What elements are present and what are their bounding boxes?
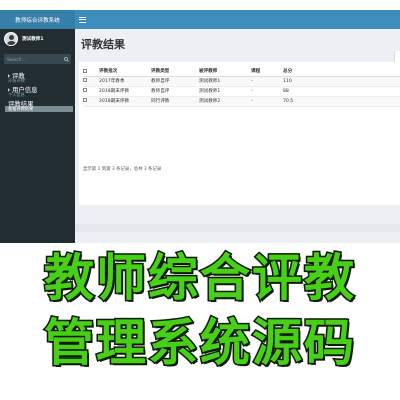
results-table: 评教批次 评教类型 被评教师 课程 总分 2017年春季 教师自评 测试教师1 …: [83, 67, 400, 107]
user-name: 测试教师1: [22, 37, 44, 42]
top-header: 教师综合评教系统: [0, 10, 400, 29]
table-row[interactable]: 2017年春季 教师自评 测试教师1 - 110: [83, 76, 400, 87]
overlay-title-line-2: 管理系统源码: [43, 314, 356, 372]
col-header-batch[interactable]: 评教批次: [99, 67, 151, 77]
col-header-type[interactable]: 评教类型: [151, 67, 199, 77]
results-box: 评教批次 评教类型 被评教师 课程 总分 2017年春季 教师自评 测试教师1 …: [79, 62, 400, 205]
hamburger-menu-icon[interactable]: [79, 16, 86, 23]
cell-course: -: [251, 96, 283, 107]
cell-score: 70.5: [283, 96, 400, 107]
page-title: 评教结果: [81, 38, 125, 51]
cell-teacher: 测试教师2: [199, 96, 251, 107]
user-panel: 测试教师1: [0, 29, 75, 49]
cell-course: -: [251, 76, 283, 87]
cell-batch: 2017年春季: [99, 76, 151, 87]
app-brand[interactable]: 教师综合评教系统: [0, 10, 75, 29]
cell-teacher: 测试教师1: [199, 76, 251, 87]
cell-score: 88: [283, 86, 400, 97]
search-input[interactable]: [4, 54, 61, 64]
sidebar-section-results[interactable]: 评教结果: [0, 98, 75, 108]
cell-course: -: [251, 86, 283, 97]
sidebar-section-user-info[interactable]: 用户信息: [0, 84, 75, 94]
overlay-title-line-1: 教师综合评教: [43, 249, 356, 307]
row-checkbox[interactable]: [83, 76, 99, 87]
table-row[interactable]: 2018期末评教 教师自评 测试教师1 - 88: [83, 86, 400, 97]
sidebar-section-evaluate[interactable]: 评教: [0, 70, 75, 80]
cell-type: 教师自评: [151, 86, 199, 97]
main-content: 评教结果 评教批次 评教类型 被评教师 课程 总分 2017年春季 教师自评 测…: [75, 29, 400, 243]
pagination-info: 显示第 1 到第 3 条记录，总共 3 条记录: [83, 167, 162, 172]
content-footer-band: [75, 224, 400, 232]
cell-type: 教师自评: [151, 76, 199, 87]
table-row[interactable]: 2018期末评教 同行评教 测试教师2 - 70.5: [83, 96, 400, 107]
navbar: [75, 10, 400, 29]
select-all-checkbox[interactable]: [83, 67, 99, 77]
cell-teacher: 测试教师1: [199, 86, 251, 97]
row-checkbox[interactable]: [83, 96, 99, 107]
cell-score: 110: [283, 76, 400, 87]
cell-batch: 2018期末评教: [99, 96, 151, 107]
cell-type: 同行评教: [151, 96, 199, 107]
col-header-course[interactable]: 课程: [251, 67, 283, 77]
col-header-teacher[interactable]: 被评教师: [199, 67, 251, 77]
content-header: 评教结果: [75, 29, 400, 55]
sidebar-search: [4, 54, 71, 64]
sidebar-item-view-results[interactable]: 查看评教结果: [5, 106, 73, 112]
avatar: [4, 32, 18, 46]
sidebar: 测试教师1 评教 开始评教 用户信息 个人信息 评教结果 查看评教结果: [0, 29, 75, 243]
sidebar-menu: 评教 开始评教 用户信息 个人信息 评教结果 查看评教结果: [0, 70, 75, 112]
row-checkbox[interactable]: [83, 86, 99, 97]
search-icon[interactable]: [61, 54, 71, 64]
cell-batch: 2018期末评教: [99, 86, 151, 97]
table-header-row: 评教批次 评教类型 被评教师 课程 总分: [83, 67, 400, 77]
col-header-score[interactable]: 总分: [283, 67, 400, 77]
